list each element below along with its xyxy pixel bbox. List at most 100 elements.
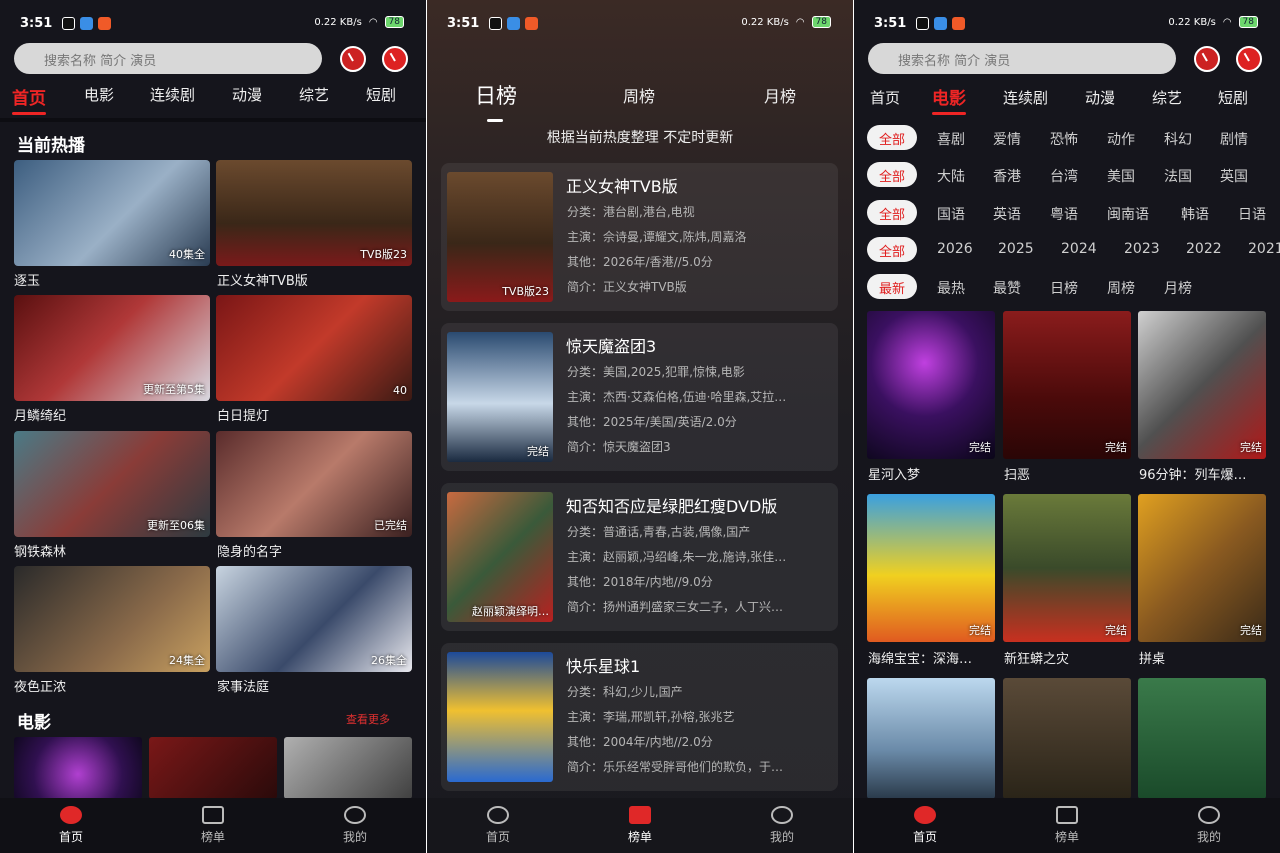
tab-monthly[interactable]: 月榜 [764,83,796,107]
filter-option[interactable]: 2026 [937,241,973,257]
tab-anime[interactable]: 动漫 [1085,87,1115,108]
movie-card[interactable] [867,678,995,799]
filter-option[interactable]: 2024 [1061,241,1097,257]
card-title[interactable]: 隐身的名字 [217,541,282,560]
filter-option[interactable]: 法国 [1164,166,1192,186]
card-title[interactable]: 逐玉 [14,270,40,289]
search-input[interactable]: 搜索名称 简介 演员 [868,43,1176,74]
filter-option[interactable]: 最热 [937,278,965,298]
filter-option[interactable]: 动作 [1107,129,1135,149]
filter-option[interactable]: 韩语 [1181,204,1209,224]
movie-thumb[interactable] [14,737,142,799]
movie-title[interactable]: 扫恶 [1004,464,1132,483]
filter-option[interactable]: 2025 [998,241,1034,257]
more-link[interactable]: 查看更多 [346,711,390,727]
tab-variety[interactable]: 综艺 [1152,87,1182,108]
movie-card[interactable]: 完结 [1138,494,1266,642]
poster-card[interactable]: 更新至第5集 [14,295,210,401]
filter-chip[interactable]: 全部 [867,237,918,262]
movie-thumb[interactable] [284,737,412,799]
tab-weekly[interactable]: 周榜 [623,83,655,107]
filter-option[interactable]: 日榜 [1050,278,1078,298]
nav-home[interactable]: 首页 [41,806,101,845]
nav-ranking[interactable]: 榜单 [1037,806,1097,845]
filter-option[interactable]: 科幻 [1164,129,1192,149]
filter-chip[interactable]: 全部 [867,162,918,187]
nav-home[interactable]: 首页 [895,806,955,845]
poster-card[interactable]: 24集全 [14,566,210,672]
ranking-item[interactable]: 赵丽颖演绎明… 知否知否应是绿肥红瘦DVD版 分类：普通话,青春,古装,偶像,国… [441,483,838,631]
movie-title[interactable]: 海绵宝宝：深海… [868,648,996,667]
nav-ranking[interactable]: 榜单 [610,806,670,845]
filter-option[interactable]: 月榜 [1164,278,1192,298]
history-icon[interactable] [340,46,366,72]
poster-card[interactable]: 40集全 [14,160,210,266]
poster-card[interactable]: 40 [216,295,412,401]
download-icon[interactable] [1236,46,1262,72]
tab-series[interactable]: 连续剧 [1003,87,1048,108]
filter-option[interactable]: 国语 [937,204,965,224]
movie-title[interactable]: 拼桌 [1139,648,1267,667]
card-title[interactable]: 钢铁森林 [14,541,66,560]
nav-ranking[interactable]: 榜单 [183,806,243,845]
card-title[interactable]: 夜色正浓 [14,676,66,695]
movie-card[interactable]: 完结 [867,494,995,642]
ranking-item[interactable]: TVB版23 正义女神TVB版 分类：港台剧,港台,电视 主演：佘诗曼,谭耀文,… [441,163,838,311]
movie-title[interactable]: 96分钟：列车爆… [1139,464,1267,483]
filter-option[interactable]: 闽南语 [1107,204,1149,224]
filter-option[interactable]: 喜剧 [937,129,965,149]
filter-chip[interactable]: 全部 [867,125,918,150]
filter-option[interactable]: 日语 [1238,204,1266,224]
tab-daily[interactable]: 日榜 [475,80,517,122]
movie-title[interactable]: 星河入梦 [868,464,996,483]
movie-card[interactable] [1138,678,1266,799]
poster-card[interactable]: 26集全 [216,566,412,672]
filter-option[interactable]: 美国 [1107,166,1135,186]
history-icon[interactable] [1194,46,1220,72]
filter-option[interactable]: 剧情 [1220,129,1248,149]
filter-option[interactable]: 恐怖 [1050,129,1078,149]
nav-profile[interactable]: 我的 [1179,806,1239,845]
poster-card[interactable]: 更新至06集 [14,431,210,537]
tab-series[interactable]: 连续剧 [150,84,195,105]
filter-option[interactable]: 最赞 [993,278,1021,298]
filter-option[interactable]: 英语 [993,204,1021,224]
movie-card[interactable]: 完结 [1138,311,1266,459]
tab-short[interactable]: 短剧 [1218,87,1248,108]
ranking-item[interactable]: 完结 惊天魔盗团3 分类：美国,2025,犯罪,惊悚,电影 主演：杰西·艾森伯格… [441,323,838,471]
search-input[interactable]: 搜索名称 简介 演员 [14,43,322,74]
tab-home[interactable]: 首页 [12,84,46,115]
movie-card[interactable]: 完结 [1003,494,1131,642]
filter-chip[interactable]: 最新 [867,274,918,299]
tab-short[interactable]: 短剧 [366,84,396,105]
tab-movie[interactable]: 电影 [932,84,966,115]
movie-title[interactable]: 新狂蟒之灾 [1004,648,1132,667]
tab-movie[interactable]: 电影 [84,84,114,105]
filter-option[interactable]: 2021 [1248,241,1280,257]
download-icon[interactable] [382,46,408,72]
nav-profile[interactable]: 我的 [752,806,812,845]
filter-option[interactable]: 2022 [1186,241,1222,257]
movie-card[interactable]: 完结 [867,311,995,459]
card-title[interactable]: 白日提灯 [217,405,269,424]
tab-anime[interactable]: 动漫 [232,84,262,105]
filter-option[interactable]: 香港 [993,166,1021,186]
poster-card[interactable]: TVB版23 [216,160,412,266]
filter-option[interactable]: 台湾 [1050,166,1078,186]
card-title[interactable]: 月鳞绮纪 [14,405,66,424]
card-title[interactable]: 家事法庭 [217,676,269,695]
filter-option[interactable]: 大陆 [937,166,965,186]
tab-home[interactable]: 首页 [870,87,900,108]
tab-variety[interactable]: 综艺 [299,84,329,105]
movie-card[interactable]: 完结 [1003,311,1131,459]
nav-profile[interactable]: 我的 [325,806,385,845]
movie-card[interactable] [1003,678,1131,799]
filter-option[interactable]: 周榜 [1107,278,1135,298]
filter-option[interactable]: 粤语 [1050,204,1078,224]
ranking-item[interactable]: 快乐星球1 分类：科幻,少儿,国产 主演：李瑞,邢凯轩,孙榕,张兆艺 其他：20… [441,643,838,791]
movie-thumb[interactable] [149,737,277,799]
card-title[interactable]: 正义女神TVB版 [217,270,308,289]
filter-option[interactable]: 爱情 [993,129,1021,149]
filter-chip[interactable]: 全部 [867,200,918,225]
filter-option[interactable]: 2023 [1124,241,1160,257]
